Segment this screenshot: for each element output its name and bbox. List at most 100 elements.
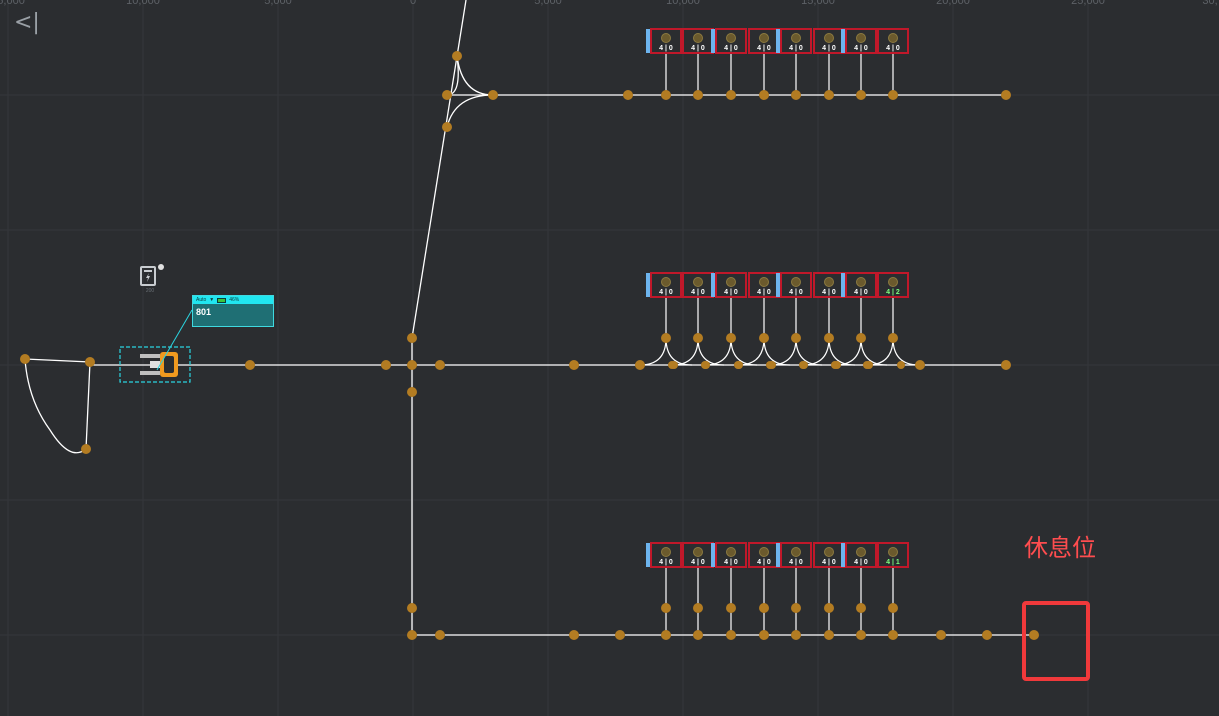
route-node[interactable] <box>856 630 866 640</box>
route-node[interactable] <box>452 51 462 61</box>
station-cell[interactable]: 4 | 2 <box>877 272 909 298</box>
route-node[interactable] <box>856 90 866 100</box>
station-cell[interactable]: 4 | 0 <box>841 542 877 568</box>
station-cell[interactable]: 4 | 0 <box>646 272 682 298</box>
route-node[interactable] <box>407 387 417 397</box>
station-cell[interactable]: 4 | 0 <box>813 272 845 298</box>
route-node[interactable] <box>407 360 417 370</box>
route-node[interactable] <box>791 603 801 613</box>
route-node[interactable] <box>1001 360 1011 370</box>
collapse-sidebar-icon[interactable]: <| <box>14 10 40 36</box>
route-node[interactable] <box>791 333 801 343</box>
route-node[interactable] <box>407 333 417 343</box>
station-cell[interactable]: 4 | 0 <box>711 542 747 568</box>
station-cell[interactable]: 4 | 0 <box>748 272 780 298</box>
route-node[interactable] <box>831 361 839 369</box>
route-node[interactable] <box>615 630 625 640</box>
route-node[interactable] <box>726 90 736 100</box>
route-node[interactable] <box>726 333 736 343</box>
route-node[interactable] <box>791 90 801 100</box>
route-node[interactable] <box>759 603 769 613</box>
station-row-bottom[interactable]: 4 | 0 4 | 0 4 | 0 4 | 0 4 | 0 4 | 0 4 | 0 4 | 1 <box>646 542 909 568</box>
station-cell[interactable]: 4 | 0 <box>682 542 714 568</box>
route-node[interactable] <box>856 333 866 343</box>
route-node[interactable] <box>569 360 579 370</box>
route-node[interactable] <box>435 630 445 640</box>
station-cell[interactable]: 4 | 0 <box>711 28 747 54</box>
route-node[interactable] <box>799 361 807 369</box>
route-node[interactable] <box>759 630 769 640</box>
route-node[interactable] <box>1001 90 1011 100</box>
route-node[interactable] <box>661 333 671 343</box>
route-node[interactable] <box>442 122 452 132</box>
route-node[interactable] <box>936 630 946 640</box>
route-node[interactable] <box>245 360 255 370</box>
route-node[interactable] <box>824 630 834 640</box>
route-node[interactable] <box>407 603 417 613</box>
route-node[interactable] <box>726 630 736 640</box>
route-node[interactable] <box>824 90 834 100</box>
station-cell[interactable]: 4 | 0 <box>711 272 747 298</box>
route-node[interactable] <box>701 361 709 369</box>
route-node[interactable] <box>982 630 992 640</box>
route-node[interactable] <box>442 90 452 100</box>
route-node[interactable] <box>381 360 391 370</box>
route-node[interactable] <box>85 357 95 367</box>
station-cell[interactable]: 4 | 0 <box>841 272 877 298</box>
route-node[interactable] <box>693 90 703 100</box>
route-node[interactable] <box>693 603 703 613</box>
route-node[interactable] <box>435 360 445 370</box>
route-node[interactable] <box>488 90 498 100</box>
route-node[interactable] <box>897 361 905 369</box>
station-row-middle[interactable]: 4 | 0 4 | 0 4 | 0 4 | 0 4 | 0 4 | 0 4 | 0 4 | 2 <box>646 272 909 298</box>
route-node[interactable] <box>888 90 898 100</box>
station-cell[interactable]: 4 | 0 <box>813 28 845 54</box>
route-node[interactable] <box>20 354 30 364</box>
station-cell[interactable]: 4 | 0 <box>682 272 714 298</box>
station-cell[interactable]: 4 | 0 <box>646 542 682 568</box>
agv-info-card[interactable]: Auto ▼ 46% 801 <box>192 295 274 327</box>
route-node[interactable] <box>824 603 834 613</box>
route-node[interactable] <box>863 361 871 369</box>
station-cell[interactable]: 4 | 0 <box>776 272 812 298</box>
station-rows[interactable]: 4 | 04 | 04 | 04 | 04 | 04 | 04 | 04 | 0… <box>646 28 909 568</box>
route-node[interactable] <box>888 333 898 343</box>
route-node[interactable] <box>693 333 703 343</box>
route-node[interactable] <box>759 90 769 100</box>
route-node[interactable] <box>726 603 736 613</box>
route-node[interactable] <box>734 361 742 369</box>
station-cell[interactable]: 4 | 0 <box>748 542 780 568</box>
route-node[interactable] <box>915 360 925 370</box>
route-node[interactable] <box>856 603 866 613</box>
station-cell[interactable]: 4 | 0 <box>748 28 780 54</box>
route-node[interactable] <box>791 630 801 640</box>
route-node[interactable] <box>668 361 676 369</box>
station-cell[interactable]: 4 | 0 <box>877 28 909 54</box>
station-cell[interactable]: 4 | 0 <box>813 542 845 568</box>
station-row-top[interactable]: 4 | 0 4 | 0 4 | 0 4 | 0 4 | 0 4 | 0 4 | 0 4 | 0 <box>646 28 909 54</box>
route-node[interactable] <box>888 603 898 613</box>
route-node[interactable] <box>693 630 703 640</box>
route-node[interactable] <box>766 361 774 369</box>
route-node[interactable] <box>407 630 417 640</box>
route-node[interactable] <box>759 333 769 343</box>
route-node[interactable] <box>81 444 91 454</box>
route-node[interactable] <box>661 90 671 100</box>
route-node[interactable] <box>623 90 633 100</box>
charging-station-icon[interactable]: 200 <box>138 264 164 294</box>
station-cell[interactable]: 4 | 0 <box>646 28 682 54</box>
station-cell[interactable]: 4 | 0 <box>682 28 714 54</box>
station-icon <box>888 547 898 557</box>
agv-vehicle[interactable] <box>119 309 193 383</box>
route-node[interactable] <box>636 361 644 369</box>
route-node[interactable] <box>888 630 898 640</box>
station-cell[interactable]: 4 | 1 <box>877 542 909 568</box>
route-node[interactable] <box>569 630 579 640</box>
station-cell[interactable]: 4 | 0 <box>776 542 812 568</box>
branch-curve <box>639 337 667 366</box>
route-node[interactable] <box>661 630 671 640</box>
station-cell[interactable]: 4 | 0 <box>841 28 877 54</box>
route-node[interactable] <box>661 603 671 613</box>
route-node[interactable] <box>824 333 834 343</box>
station-cell[interactable]: 4 | 0 <box>776 28 812 54</box>
